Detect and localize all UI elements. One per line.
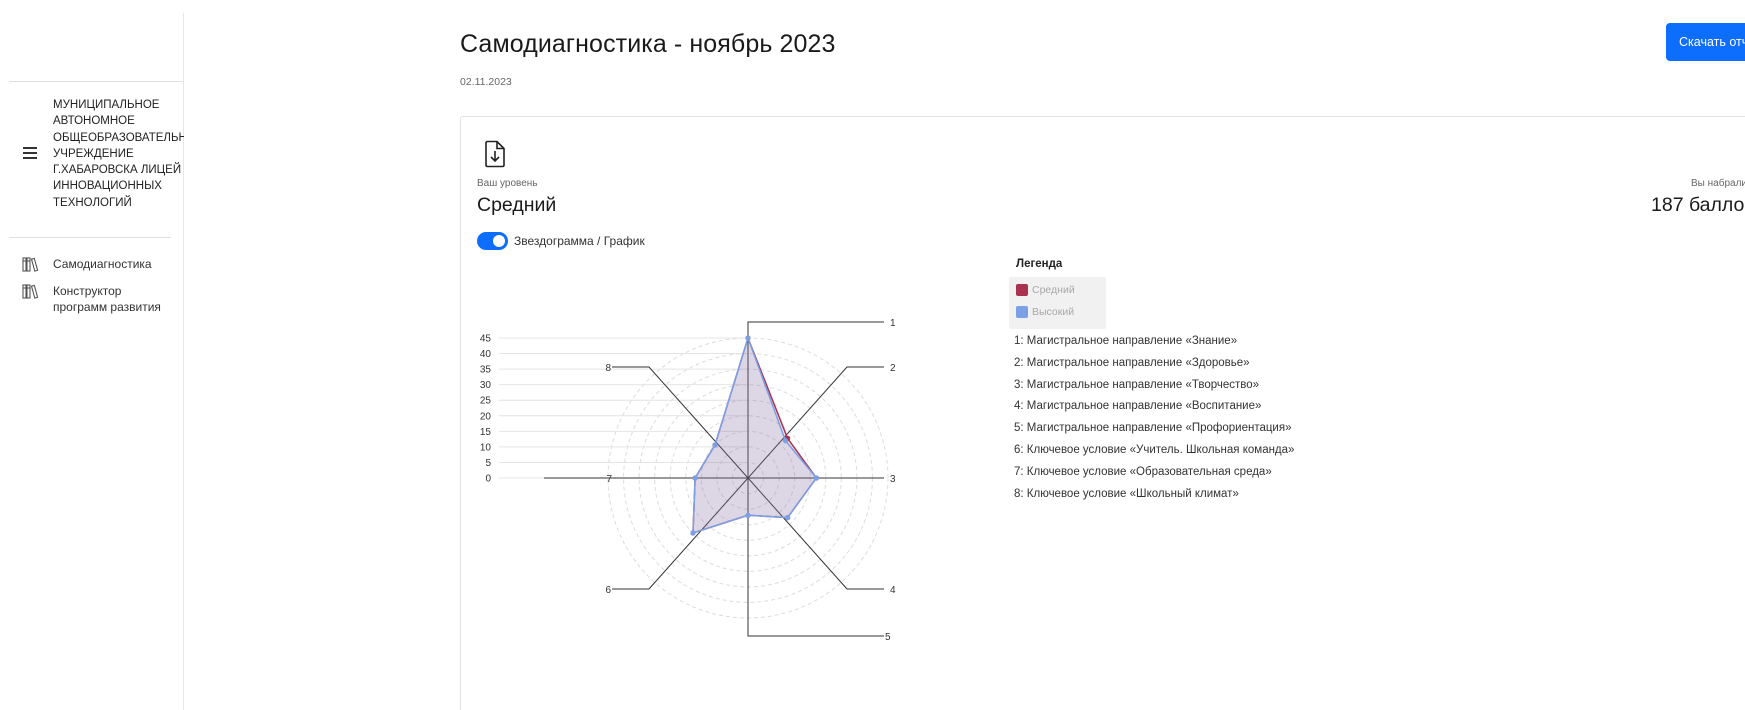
- sidebar-divider: [9, 237, 171, 238]
- scale-tick-label: 30: [480, 380, 492, 391]
- page-title: Самодиагностика - ноябрь 2023: [460, 30, 836, 58]
- radar-data-point: [782, 438, 788, 444]
- radar-axis-label: 7: [606, 474, 612, 485]
- legend-title: Легенда: [1016, 258, 1063, 270]
- scale-tick-label: 25: [480, 396, 492, 407]
- scale-tick-label: 15: [480, 427, 492, 438]
- radar-data-point: [785, 515, 791, 521]
- radar-axis-label: 2: [890, 363, 896, 374]
- scale-tick-label: 45: [480, 334, 492, 345]
- sidebar: МУНИЦИПАЛЬНОЕ АВТОНОМНОЕ ОБЩЕОБРАЗОВАТЕЛ…: [0, 13, 184, 710]
- legend-axis-item: 3: Магистральное направление «Творчество…: [1014, 378, 1260, 391]
- radar-series-area: [692, 335, 818, 535]
- radar-data-point: [712, 442, 718, 448]
- legend-axis-item: 4: Магистральное направление «Воспитание…: [1014, 400, 1262, 413]
- legend-axis-item: 7: Ключевое условие «Образовательная сре…: [1014, 465, 1272, 478]
- scale-tick-label: 10: [480, 442, 492, 453]
- sidebar-item-program-builder[interactable]: Конструктор программ развития: [0, 283, 184, 315]
- legend-series-label: Средний: [1032, 284, 1075, 296]
- radar-axis-label: 5: [885, 632, 891, 643]
- scale-tick-label: 40: [480, 349, 492, 360]
- legend-series-item[interactable]: Средний: [1016, 284, 1075, 296]
- radar-axis-label: 6: [605, 585, 611, 596]
- radar-axis-label: 4: [890, 585, 896, 596]
- legend-axes-list: 1: Магистральное направление «Знание» 2:…: [1014, 331, 1294, 505]
- radar-axis-label: 8: [605, 363, 611, 374]
- download-report-button[interactable]: Скачать отчет: [1666, 23, 1745, 61]
- radar-data-point: [813, 475, 819, 481]
- sidebar-item-label: Конструктор программ развития: [53, 284, 161, 314]
- legend-axis-item: 2: Магистральное направление «Здоровье»: [1014, 356, 1250, 369]
- books-icon: [22, 257, 39, 272]
- scale-tick-label: 0: [485, 474, 491, 485]
- radar-axis-label: 3: [890, 474, 896, 485]
- sidebar-item-label: Самодиагностика: [53, 257, 152, 271]
- sidebar-nav: Самодиагностика Конструктор программ раз…: [0, 256, 184, 325]
- legend-axis-item: 6: Ключевое условие «Учитель. Школьная к…: [1014, 443, 1295, 456]
- radar-data-point: [745, 335, 751, 341]
- scale-tick-label: 35: [480, 365, 492, 376]
- legend-axis-item: 5: Магистральное направление «Профориент…: [1014, 422, 1292, 435]
- score-value: 187 баллов: [1651, 194, 1745, 216]
- score-caption: Вы набрали: [1691, 178, 1745, 189]
- organization-name: МУНИЦИПАЛЬНОЕ АВТОНОМНОЕ ОБЩЕОБРАЗОВАТЕЛ…: [53, 99, 184, 209]
- legend-axis-item: 8: Ключевое условие «Школьный климат»: [1014, 487, 1239, 500]
- sidebar-divider: [9, 81, 183, 82]
- legend-swatch: [1016, 306, 1028, 318]
- scale-tick-label: 20: [480, 411, 492, 422]
- radar-data-point: [690, 530, 696, 536]
- legend-series-item[interactable]: Высокий: [1016, 306, 1074, 318]
- hamburger-menu-icon[interactable]: [23, 147, 37, 159]
- legend-series-label: Высокий: [1032, 306, 1075, 318]
- page-date: 02.11.2023: [460, 76, 512, 88]
- legend-axis-item: 1: Магистральное направление «Знание»: [1014, 335, 1238, 347]
- legend-series-box: Средний Высокий: [1009, 277, 1106, 329]
- results-card: Ваш уровень Средний Вы набрали 187 балло…: [460, 116, 1745, 710]
- radar-axis-label: 1: [890, 318, 896, 329]
- radar-data-point: [745, 512, 751, 518]
- radar-chart: 05101520253035404512345678: [480, 318, 896, 643]
- books-icon: [22, 284, 39, 299]
- radar-data-point: [692, 475, 698, 481]
- sidebar-item-self-diagnostics[interactable]: Самодиагностика: [0, 256, 184, 273]
- legend-swatch: [1016, 284, 1028, 296]
- scale-tick-label: 5: [485, 458, 491, 469]
